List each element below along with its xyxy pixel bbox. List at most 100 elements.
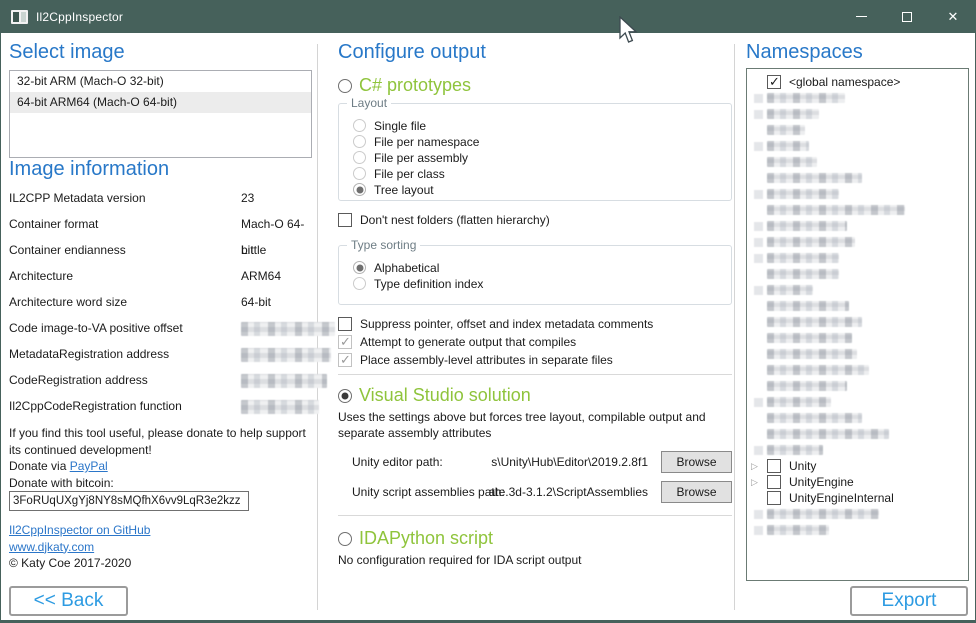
back-button[interactable]: << Back bbox=[9, 586, 128, 616]
namespace-item-redacted[interactable] bbox=[751, 314, 968, 330]
namespace-item-redacted[interactable] bbox=[751, 522, 968, 538]
unityengineinternal-checkbox[interactable] bbox=[767, 491, 781, 505]
namespace-item-redacted[interactable] bbox=[751, 410, 968, 426]
layout-option[interactable]: File per class bbox=[353, 166, 731, 181]
namespace-item-unity[interactable]: ▷ Unity bbox=[751, 458, 968, 474]
idapython-option[interactable]: IDAPython script bbox=[338, 528, 493, 549]
type-sorting-option[interactable]: Type definition index bbox=[353, 276, 731, 291]
maximize-button[interactable] bbox=[884, 0, 930, 33]
namespace-item-redacted[interactable] bbox=[751, 106, 968, 122]
file-per-class-radio[interactable] bbox=[353, 167, 366, 180]
namespace-item-unityengine[interactable]: ▷ UnityEngine bbox=[751, 474, 968, 490]
namespace-item-redacted[interactable] bbox=[751, 170, 968, 186]
namespace-item-redacted[interactable] bbox=[751, 122, 968, 138]
namespace-item-redacted[interactable] bbox=[751, 186, 968, 202]
redacted-namespace-text bbox=[767, 509, 879, 519]
tree-layout-radio[interactable] bbox=[353, 183, 366, 196]
suppress-checkbox-row[interactable]: Suppress pointer, offset and index metad… bbox=[338, 317, 653, 331]
compiles-checkbox-row[interactable]: Attempt to generate output that compiles bbox=[338, 335, 576, 349]
bitcoin-address-input[interactable] bbox=[9, 491, 249, 511]
type-definition-index-radio[interactable] bbox=[353, 277, 366, 290]
namespace-item-redacted[interactable] bbox=[751, 298, 968, 314]
namespace-item-redacted[interactable] bbox=[751, 138, 968, 154]
paypal-link[interactable]: PayPal bbox=[70, 459, 108, 473]
left-panel: Select image 32-bit ARM (Mach-O 32-bit) … bbox=[9, 33, 312, 620]
layout-option[interactable]: File per namespace bbox=[353, 134, 731, 149]
assembly-attributes-checkbox[interactable] bbox=[338, 353, 352, 367]
layout-option[interactable]: Tree layout bbox=[353, 182, 731, 197]
namespaces-listbox[interactable]: <global namespace> ▷ Unity ▷ UnityEngine… bbox=[746, 68, 969, 581]
flatten-checkbox-row[interactable]: Don't nest folders (flatten hierarchy) bbox=[338, 213, 550, 227]
namespace-item-redacted[interactable] bbox=[751, 426, 968, 442]
csharp-radio[interactable] bbox=[338, 79, 352, 93]
browse-editor-button[interactable]: Browse bbox=[661, 451, 732, 473]
image-listbox[interactable]: 32-bit ARM (Mach-O 32-bit) 64-bit ARM64 … bbox=[9, 70, 312, 158]
namespace-item-redacted[interactable] bbox=[751, 378, 968, 394]
unity-script-path-label: Unity script assemblies path: bbox=[352, 485, 505, 499]
flatten-checkbox[interactable] bbox=[338, 213, 352, 227]
option-label: Alphabetical bbox=[374, 261, 439, 275]
idapython-radio[interactable] bbox=[338, 532, 352, 546]
separate-files-checkbox-row[interactable]: Place assembly-level attributes in separ… bbox=[338, 353, 613, 367]
global-namespace-checkbox[interactable] bbox=[767, 75, 781, 89]
namespace-item-redacted[interactable] bbox=[751, 90, 968, 106]
namespace-item-unityengineinternal[interactable]: UnityEngineInternal bbox=[751, 490, 968, 506]
namespace-item-redacted[interactable] bbox=[751, 362, 968, 378]
namespace-item-redacted[interactable] bbox=[751, 234, 968, 250]
suppress-label: Suppress pointer, offset and index metad… bbox=[360, 317, 653, 331]
info-row: Container format Mach-O 64-bit bbox=[9, 211, 312, 237]
namespace-item-redacted[interactable] bbox=[751, 282, 968, 298]
namespace-item-redacted[interactable] bbox=[751, 346, 968, 362]
export-button[interactable]: Export bbox=[850, 586, 968, 616]
redacted-namespace-text bbox=[767, 301, 849, 311]
donate-paypal-prefix: Donate via bbox=[9, 459, 70, 473]
unity-editor-path-row: Unity editor path: s\Unity\Hub\Editor\20… bbox=[338, 451, 732, 473]
alphabetical-radio[interactable] bbox=[353, 261, 366, 274]
namespaces-title: Namespaces bbox=[746, 41, 863, 64]
redacted-namespace-text bbox=[767, 125, 805, 135]
file-per-namespace-radio[interactable] bbox=[353, 135, 366, 148]
unity-checkbox[interactable] bbox=[767, 459, 781, 473]
redacted-namespace-text bbox=[767, 141, 809, 151]
image-list-item-selected[interactable]: 64-bit ARM64 (Mach-O 64-bit) bbox=[10, 92, 311, 113]
namespace-item-redacted[interactable] bbox=[751, 506, 968, 522]
close-button[interactable]: ✕ bbox=[930, 0, 976, 33]
visual-studio-radio[interactable] bbox=[338, 389, 352, 403]
namespace-item-redacted[interactable] bbox=[751, 266, 968, 282]
redacted-value bbox=[241, 374, 327, 388]
namespace-item-redacted[interactable] bbox=[751, 154, 968, 170]
visual-studio-option[interactable]: Visual Studio solution bbox=[338, 385, 531, 406]
csharp-prototypes-option[interactable]: C# prototypes bbox=[338, 75, 471, 96]
browse-assemblies-button[interactable]: Browse bbox=[661, 481, 732, 503]
image-list-item[interactable]: 32-bit ARM (Mach-O 32-bit) bbox=[10, 71, 311, 92]
redacted-namespace-text bbox=[767, 333, 852, 343]
redacted-namespace-text bbox=[767, 173, 862, 183]
layout-option[interactable]: File per assembly bbox=[353, 150, 731, 165]
suppress-metadata-checkbox[interactable] bbox=[338, 317, 352, 331]
namespace-item-redacted[interactable] bbox=[751, 394, 968, 410]
github-link[interactable]: Il2CppInspector on GitHub bbox=[9, 523, 150, 537]
namespace-item-global[interactable]: <global namespace> bbox=[751, 74, 968, 90]
single-file-radio[interactable] bbox=[353, 119, 366, 132]
namespace-item-redacted[interactable] bbox=[751, 250, 968, 266]
namespace-item-redacted[interactable] bbox=[751, 218, 968, 234]
minimize-icon bbox=[856, 16, 867, 17]
donate-text: If you find this tool useful, please don… bbox=[9, 425, 315, 458]
unityengine-checkbox[interactable] bbox=[767, 475, 781, 489]
type-sorting-option[interactable]: Alphabetical bbox=[353, 260, 731, 275]
visual-studio-description: Uses the settings above but forces tree … bbox=[338, 409, 720, 441]
minimize-button[interactable] bbox=[838, 0, 884, 33]
namespace-item-redacted[interactable] bbox=[751, 202, 968, 218]
namespace-item-redacted[interactable] bbox=[751, 330, 968, 346]
expander-icon[interactable]: ▷ bbox=[751, 462, 758, 471]
info-value: ARM64 bbox=[241, 263, 281, 289]
namespace-label: UnityEngine bbox=[789, 475, 854, 489]
redacted-namespace-text bbox=[767, 429, 889, 439]
namespace-item-redacted[interactable] bbox=[751, 442, 968, 458]
layout-option[interactable]: Single file bbox=[353, 118, 731, 133]
website-link[interactable]: www.djkaty.com bbox=[9, 540, 94, 554]
info-label: Il2CppCodeRegistration function bbox=[9, 393, 182, 419]
generate-compiles-checkbox[interactable] bbox=[338, 335, 352, 349]
file-per-assembly-radio[interactable] bbox=[353, 151, 366, 164]
expander-icon[interactable]: ▷ bbox=[751, 478, 758, 487]
